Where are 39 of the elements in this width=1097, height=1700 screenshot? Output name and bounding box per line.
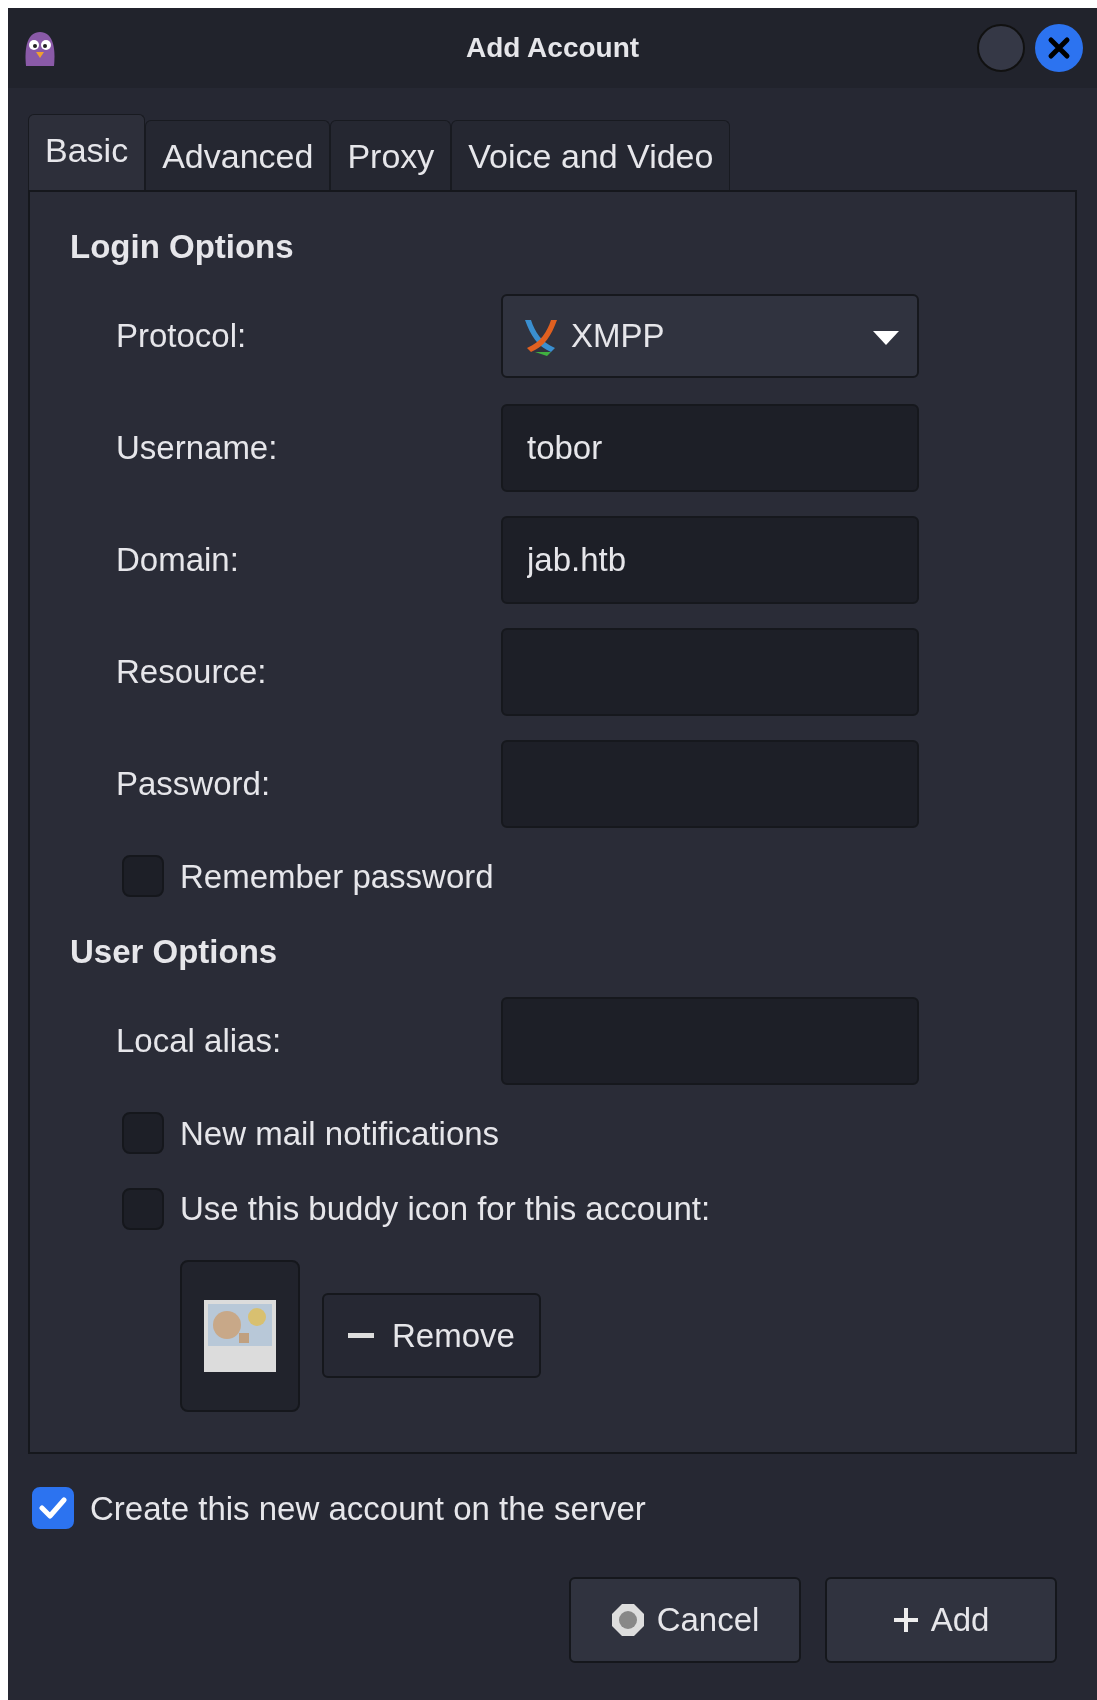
- tab[interactable]: Voice and Video: [451, 120, 731, 190]
- add-button[interactable]: Add: [825, 1577, 1057, 1663]
- cancel-button[interactable]: Cancel: [569, 1577, 801, 1663]
- field-label: Local alias:: [116, 1020, 283, 1061]
- checkbox[interactable]: [122, 1112, 164, 1155]
- minimize-button[interactable]: [977, 24, 1025, 72]
- checkbox-label: Use this buddy icon for this account:: [180, 1189, 711, 1229]
- field-label: Resource:: [116, 651, 268, 692]
- checkbox[interactable]: [32, 1487, 74, 1530]
- tab[interactable]: Basic: [28, 114, 146, 190]
- image-icon: [203, 1298, 277, 1373]
- section-heading: Login Options: [70, 227, 295, 267]
- input-field[interactable]: [501, 739, 919, 828]
- input-field[interactable]: tobor: [501, 403, 919, 492]
- checkbox-label: New mail notifications: [180, 1113, 500, 1154]
- input-field[interactable]: [501, 996, 919, 1085]
- checkbox[interactable]: [122, 1187, 164, 1230]
- window-title: Add Account: [465, 31, 640, 65]
- checkbox-label: Remember password: [180, 856, 494, 897]
- input-field[interactable]: [501, 627, 919, 716]
- tab[interactable]: Proxy: [330, 120, 452, 190]
- field-label: Username:: [116, 427, 279, 468]
- protocol-dropdown[interactable]: XMPP: [501, 293, 919, 378]
- check-icon: [39, 1496, 67, 1521]
- field-label: Domain:: [116, 539, 240, 580]
- checkbox-label: Create this new account on the server: [90, 1488, 646, 1529]
- field-label: Protocol:: [116, 315, 248, 356]
- tab[interactable]: Advanced: [145, 120, 331, 190]
- stop-icon: [610, 1603, 645, 1637]
- field-label: Password:: [116, 763, 272, 804]
- plus-icon: [892, 1607, 919, 1633]
- close-button[interactable]: [1035, 24, 1083, 72]
- section-heading: User Options: [70, 932, 279, 972]
- checkbox[interactable]: [122, 855, 164, 898]
- caret-icon: [873, 331, 899, 346]
- close-icon: [1047, 36, 1071, 60]
- minus-icon: [348, 1332, 374, 1339]
- buddy-icon-button[interactable]: [180, 1259, 300, 1412]
- remove-button[interactable]: Remove: [322, 1292, 541, 1379]
